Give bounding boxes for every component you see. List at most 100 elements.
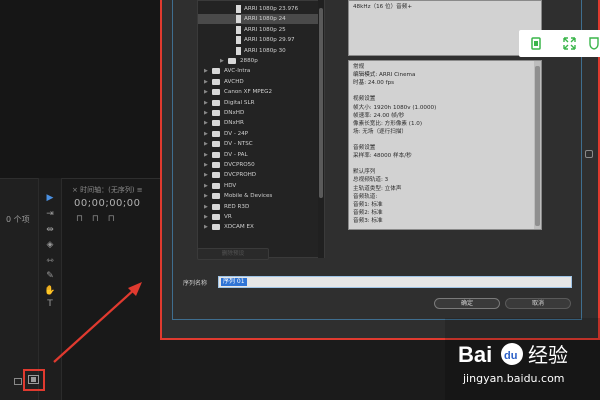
ripple-edit-tool-icon[interactable]: ⇹ xyxy=(44,225,56,235)
description-line: 音频2: 标准 xyxy=(353,209,383,216)
sequence-name-input[interactable] xyxy=(218,276,572,288)
slip-tool-icon[interactable]: ⇿ xyxy=(44,256,56,266)
expand-arrow-icon[interactable]: ▶ xyxy=(204,108,208,118)
expand-arrow-icon[interactable]: ▶ xyxy=(204,202,208,212)
timecode-display[interactable]: 00;00;00;00 xyxy=(74,198,141,209)
preset-description-box: 常规 编辑模式: ARRI Cinema 时基: 24.00 fps 视频设置 帧… xyxy=(348,60,542,230)
preset-tree-item-label: Digital SLR xyxy=(224,99,255,106)
expand-arrow-icon[interactable]: ▶ xyxy=(204,139,208,149)
preset-tree-item[interactable]: ▶ DV - PAL xyxy=(198,150,319,160)
description-line: 编辑模式: ARRI Cinema xyxy=(353,72,416,79)
preset-tree-item[interactable]: ARRI 1080p 23.976 xyxy=(198,4,319,14)
ok-button[interactable]: 确定 xyxy=(434,298,500,309)
expand-arrow-icon[interactable]: ▶ xyxy=(204,181,208,191)
description-scroll-thumb[interactable] xyxy=(535,66,540,226)
preset-tree[interactable]: ARRI 1080p 23.976 ARRI 1080p 24 ARRI 1080p… xyxy=(197,0,325,258)
description-line: 常规 xyxy=(353,64,365,70)
preset-tree-scroll-thumb[interactable] xyxy=(319,8,323,198)
copy-icon[interactable] xyxy=(529,36,544,51)
description-line: 时基: 24.00 fps xyxy=(353,80,395,87)
timeline-tab[interactable]: × 时间轴：(无序列) ≡ xyxy=(72,185,143,195)
preset-tree-item[interactable]: ▶ DV - NTSC xyxy=(198,139,319,149)
expand-arrow-icon[interactable]: ▶ xyxy=(204,150,208,160)
preset-tree-item[interactable]: ▶ RED R3D xyxy=(198,202,319,212)
preset-tree-item-label: 2880p xyxy=(240,58,258,64)
razor-tool-icon[interactable]: ◈ xyxy=(44,240,56,250)
preset-tree-item[interactable]: ▶ 2880p xyxy=(198,56,319,66)
preset-tree-item[interactable]: ▶ Mobile & Devices xyxy=(198,191,319,201)
expand-arrow-icon[interactable]: ▶ xyxy=(204,98,208,108)
folder-icon xyxy=(212,89,220,96)
expand-arrow-icon[interactable]: ▶ xyxy=(204,118,208,128)
preset-tree-item[interactable]: ARRI 1080p 30 xyxy=(198,46,319,56)
description-line: 主轨道类型: 立体声 xyxy=(353,185,402,192)
preset-file-icon xyxy=(236,5,241,13)
red-arrow xyxy=(53,282,142,363)
expand-arrow-icon[interactable]: ▶ xyxy=(204,212,208,222)
folder-icon xyxy=(212,130,220,137)
preset-tree-item-label: RED R3D xyxy=(224,203,250,210)
preset-summary-box: 48kHz（16 位）音频+ xyxy=(348,0,542,56)
sequence-name-value[interactable]: 序列 01 xyxy=(221,278,247,286)
expand-arrow-icon[interactable]: ▶ xyxy=(204,77,208,87)
preset-tree-item[interactable]: ARRI 1080p 29.97 xyxy=(198,35,319,45)
track-select-tool-icon[interactable]: ⇥ xyxy=(44,209,56,219)
expand-icon[interactable] xyxy=(562,36,577,51)
expand-arrow-icon[interactable]: ▶ xyxy=(204,222,208,232)
shield-icon[interactable] xyxy=(588,36,600,51)
svg-text:Bai: Bai xyxy=(458,342,492,367)
preset-tree-item[interactable]: ARRI 1080p 24 xyxy=(198,14,319,25)
preset-tree-item[interactable]: ▶ DNxHD xyxy=(198,108,319,118)
description-line: 默认序列 xyxy=(353,169,376,176)
expand-arrow-icon[interactable]: ▶ xyxy=(204,170,208,180)
watermark-url: jingyan.baidu.com xyxy=(463,372,565,385)
preset-tree-item[interactable]: ▶ HDV xyxy=(198,181,319,191)
preset-tree-item[interactable]: ▶ VR xyxy=(198,212,319,222)
preset-tree-item-label: DV - NTSC xyxy=(224,141,253,148)
preset-tree-item-label: ARRI 1080p 30 xyxy=(244,47,286,54)
preset-file-icon xyxy=(236,46,241,55)
expand-arrow-icon[interactable]: ▶ xyxy=(204,87,208,97)
baidu-jingyan-logo: Bai du 经验 xyxy=(458,342,568,367)
preset-tree-item[interactable]: ▶ DVCPROHD xyxy=(198,170,319,180)
folder-icon xyxy=(212,120,220,127)
preset-tree-item[interactable]: ▶ DNxHR xyxy=(198,118,319,128)
description-line: 像素长宽比: 方形像素 (1.0) xyxy=(353,120,423,127)
list-view-icon[interactable] xyxy=(14,378,22,385)
preset-tree-item-label: DNxHR xyxy=(224,120,244,127)
preset-tree-item[interactable]: ▶ XDCAM EX xyxy=(198,222,319,232)
cancel-button[interactable]: 取消 xyxy=(505,298,571,309)
preset-tree-item-label: AVCHD xyxy=(224,78,244,85)
expand-arrow-icon[interactable]: ▶ xyxy=(204,66,208,76)
description-line: 视频设置 xyxy=(353,96,376,103)
preset-tree-item[interactable]: ▶ DVCPRO50 xyxy=(198,160,319,170)
svg-text:du: du xyxy=(504,350,517,362)
preset-tree-item-label: Canon XF MPEG2 xyxy=(224,89,273,96)
expand-arrow-icon[interactable]: ▶ xyxy=(204,160,208,170)
selection-tool-icon[interactable]: ▶ xyxy=(44,193,56,203)
description-line: 总视频轨道: 3 xyxy=(353,177,389,184)
preset-tree-item-label: DV - PAL xyxy=(224,151,248,158)
folder-icon xyxy=(212,99,220,106)
preset-tree-item[interactable]: ▶ DV - 24P xyxy=(198,129,319,139)
delete-preset-button[interactable]: 删除预设 xyxy=(197,248,269,260)
preset-tree-item[interactable]: ▶ AVCHD xyxy=(198,77,319,87)
preset-tree-item[interactable]: ▶ Digital SLR xyxy=(198,98,319,108)
project-item-count: 0 个项 xyxy=(6,215,30,224)
expand-arrow-icon[interactable]: ▶ xyxy=(220,56,224,66)
project-panel xyxy=(0,178,38,400)
expand-arrow-icon[interactable]: ▶ xyxy=(204,129,208,139)
description-line: 场: 无场（逐行扫描） xyxy=(353,128,408,135)
expand-arrow-icon[interactable]: ▶ xyxy=(204,191,208,201)
preset-tree-item-label: DNxHD xyxy=(224,110,245,116)
preset-tree-item-label: AVC-Intra xyxy=(224,68,251,75)
preset-tree-item[interactable]: ARRI 1080p 25 xyxy=(198,25,319,35)
preset-tree-item[interactable]: ▶ Canon XF MPEG2 xyxy=(198,87,319,97)
preset-tree-item[interactable]: ▶ AVC-Intra xyxy=(198,66,319,76)
panel-menu-icon[interactable] xyxy=(585,150,593,158)
description-line: 音频设置 xyxy=(353,145,376,151)
timeline-controls[interactable]: ⊓ ⊓ ⊓ xyxy=(76,214,118,224)
sequence-name-label: 序列名称 xyxy=(183,280,208,287)
preset-tree-item-label: HDV xyxy=(224,182,237,189)
preset-tree-item-label: ARRI 1080p 25 xyxy=(244,26,286,33)
